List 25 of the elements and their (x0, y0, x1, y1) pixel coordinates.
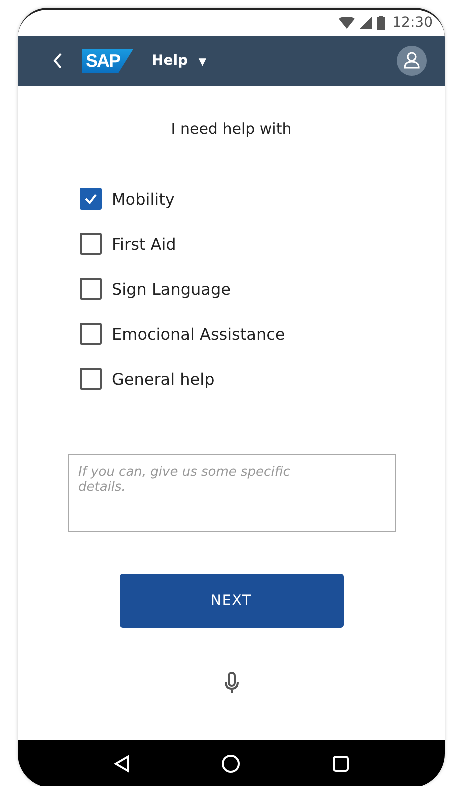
battery-icon (376, 16, 385, 30)
back-icon[interactable] (52, 52, 64, 70)
option-label: Sign Language (112, 280, 231, 298)
status-time: 12:30 (392, 15, 433, 31)
checkbox[interactable] (80, 368, 102, 390)
checkbox[interactable] (80, 188, 102, 210)
recents-icon[interactable] (332, 755, 350, 773)
option-label: Mobility (112, 190, 175, 208)
checkbox[interactable] (80, 278, 102, 300)
home-icon[interactable] (220, 754, 240, 774)
wifi-icon (338, 17, 355, 29)
details-field[interactable]: If you can, give us some specific details. (68, 454, 396, 532)
signal-icon (360, 17, 372, 29)
next-button[interactable]: NEXT (120, 574, 344, 628)
back-icon[interactable] (114, 755, 130, 773)
heading: I need help with (171, 120, 292, 138)
sap-logo: SAP (82, 48, 134, 74)
checkbox[interactable] (80, 323, 102, 345)
option-label: General help (112, 370, 215, 388)
checkbox[interactable] (80, 233, 102, 255)
option-label: First Aid (112, 234, 176, 254)
avatar-icon[interactable] (397, 46, 427, 76)
microphone-icon[interactable] (224, 672, 238, 694)
help-dropdown[interactable]: Help ▼ (152, 53, 207, 69)
option-label: Emocional Assistance (112, 324, 286, 344)
